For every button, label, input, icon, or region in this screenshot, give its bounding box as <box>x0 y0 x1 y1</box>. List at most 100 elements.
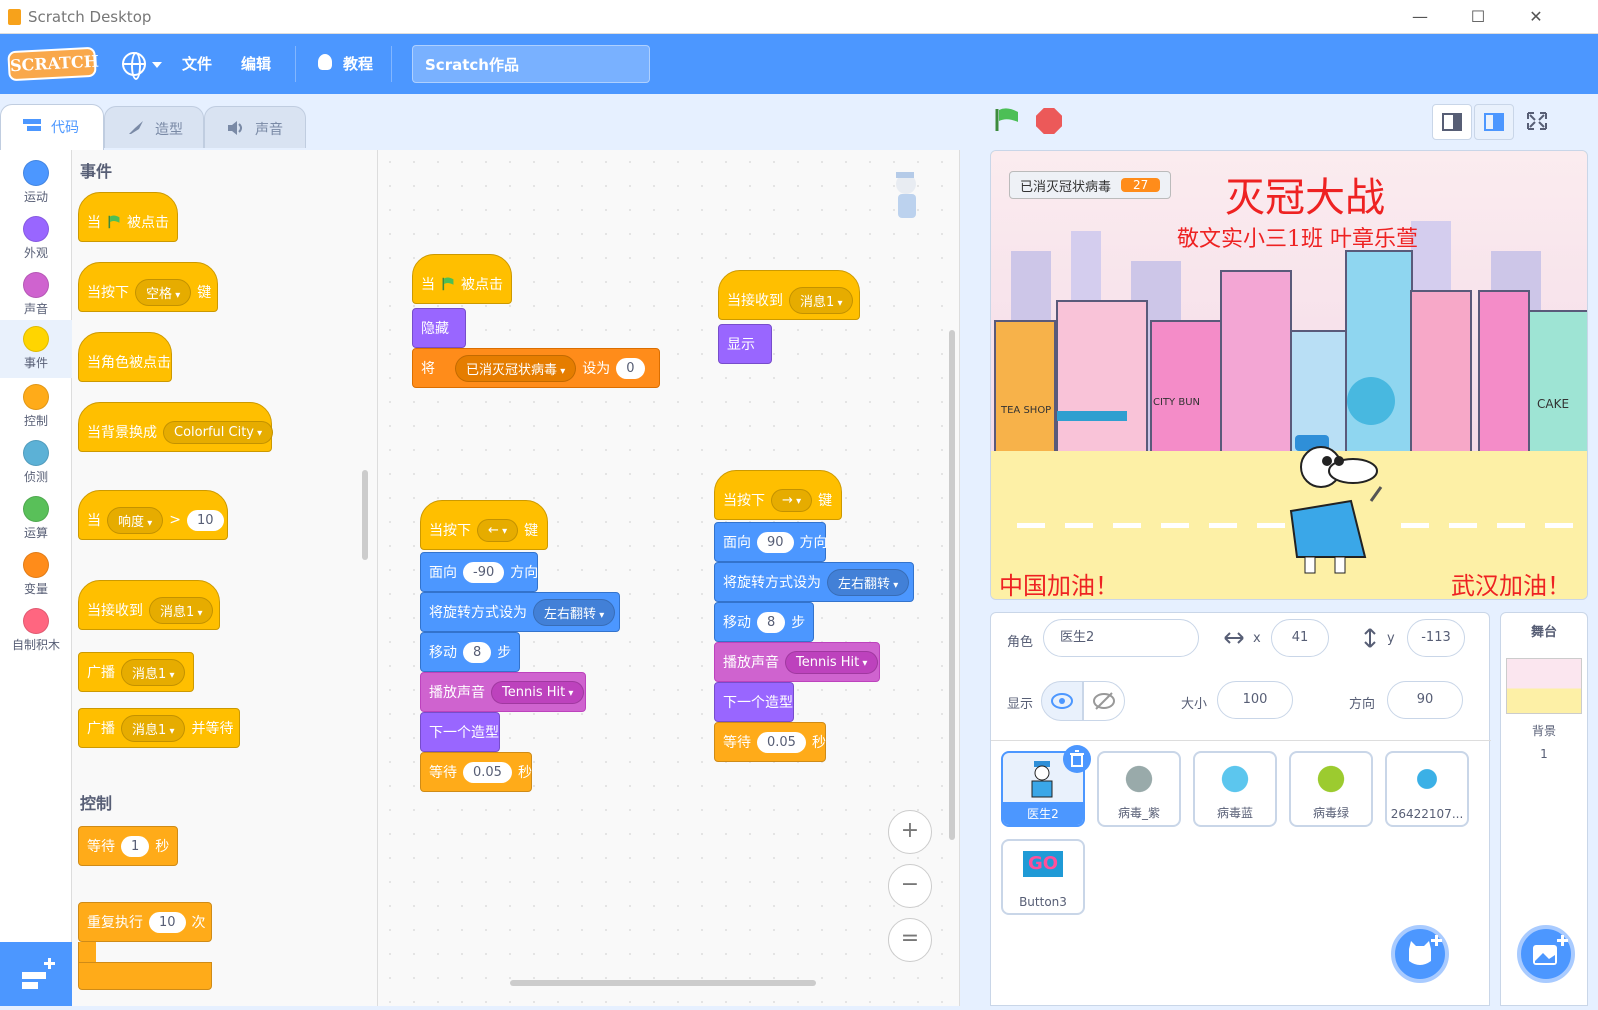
sprite-tile-virus-blue[interactable]: 病毒蓝 <box>1193 751 1277 827</box>
script-move-steps[interactable]: 移动 8 步 <box>420 632 520 672</box>
hide-sprite-button[interactable] <box>1083 681 1125 721</box>
direction-input[interactable]: 90 <box>1387 681 1463 719</box>
category-operators[interactable]: 运算 <box>0 490 72 548</box>
message-dropdown[interactable]: 消息1 <box>149 596 214 624</box>
edit-menu[interactable]: 编辑 <box>241 34 271 94</box>
script-wait[interactable]: 等待 0.05 秒 <box>420 752 532 792</box>
script-when-flag-clicked[interactable]: 当 被点击 <box>412 254 512 304</box>
block-broadcast[interactable]: 广播 消息1 <box>78 652 194 692</box>
block-when-key-pressed[interactable]: 当按下 空格 键 <box>78 262 218 312</box>
file-menu[interactable]: 文件 <box>182 34 212 94</box>
green-flag-icon[interactable] <box>994 108 1020 132</box>
rotation-style-dropdown[interactable]: 左右翻转 <box>827 568 910 596</box>
direction-input[interactable]: -90 <box>463 561 505 583</box>
large-stage-button[interactable] <box>1474 104 1514 140</box>
minimize-button[interactable]: — <box>1400 4 1440 30</box>
key-dropdown[interactable]: ← <box>477 518 519 542</box>
category-control[interactable]: 控制 <box>0 378 72 436</box>
fullscreen-button[interactable] <box>1518 104 1558 140</box>
y-input[interactable]: -113 <box>1407 619 1465 657</box>
workspace-horizontal-scrollbar[interactable] <box>510 980 816 986</box>
category-events[interactable]: 事件 <box>0 320 72 378</box>
variable-monitor[interactable]: 已消灭冠状病毒 27 <box>1009 171 1172 199</box>
tab-sounds[interactable]: 声音 <box>204 106 306 148</box>
category-variables[interactable]: 变量 <box>0 546 72 604</box>
stage-canvas[interactable]: TEA SHOP CITY BUN CAKE 已消灭冠状病毒 27 灭冠大战 敬… <box>990 150 1588 600</box>
script-hide[interactable]: 隐藏 <box>412 308 466 348</box>
message-dropdown[interactable]: 消息1 <box>121 658 186 686</box>
close-button[interactable]: ✕ <box>1516 4 1556 30</box>
variable-dropdown[interactable]: 已消灭冠状病毒 <box>455 354 577 382</box>
scratch-logo[interactable]: SCRATCH <box>7 46 99 82</box>
doctor-sprite[interactable] <box>1281 431 1391 581</box>
sprite-tile-droplet[interactable]: 26422107... <box>1385 751 1469 827</box>
backdrop-thumbnail[interactable] <box>1506 658 1582 714</box>
key-dropdown[interactable]: 空格 <box>135 278 192 306</box>
key-dropdown[interactable]: → <box>771 488 813 512</box>
show-sprite-button[interactable] <box>1041 681 1083 721</box>
script-set-variable[interactable]: 将 已消灭冠状病毒 设为 0 <box>412 348 660 388</box>
block-when-loudness[interactable]: 当 响度 > 10 <box>78 490 228 540</box>
script-next-costume[interactable]: 下一个造型 <box>420 712 500 752</box>
small-stage-button[interactable] <box>1432 104 1472 140</box>
wait-seconds-input[interactable]: 0.05 <box>463 761 512 783</box>
sprite-name-input[interactable]: 医生2 <box>1043 619 1199 657</box>
sprite-tile-virus-green[interactable]: 病毒绿 <box>1289 751 1373 827</box>
category-sound[interactable]: 声音 <box>0 266 72 324</box>
backdrop-dropdown[interactable]: Colorful City <box>163 420 274 444</box>
wait-seconds-input[interactable]: 0.05 <box>757 731 806 753</box>
choose-backdrop-button[interactable] <box>1517 925 1575 983</box>
script-set-rotation-style[interactable]: 将旋转方式设为 左右翻转 <box>714 562 914 602</box>
script-show[interactable]: 显示 <box>718 324 772 364</box>
stage-target-pane[interactable]: 舞台 背景 1 <box>1500 612 1588 1006</box>
code-workspace[interactable]: 当 被点击 隐藏 将 已消灭冠状病毒 设为 0 当接收到 消息1 显示 当按下 … <box>378 150 960 1006</box>
stop-icon[interactable] <box>1036 108 1062 134</box>
category-sensing[interactable]: 侦测 <box>0 434 72 492</box>
tutorials-menu[interactable]: 教程 <box>343 34 373 94</box>
maximize-button[interactable]: ☐ <box>1458 4 1498 30</box>
script-point-direction[interactable]: 面向 -90 方向 <box>420 552 538 592</box>
rotation-style-dropdown[interactable]: 左右翻转 <box>533 598 616 626</box>
palette-scrollbar[interactable] <box>362 470 368 560</box>
zoom-in-button[interactable]: + <box>888 810 932 854</box>
script-when-receive[interactable]: 当接收到 消息1 <box>718 270 860 320</box>
sprite-tile-button3[interactable]: GO Button3 <box>1001 839 1085 915</box>
zoom-reset-button[interactable]: = <box>888 918 932 962</box>
zoom-out-button[interactable]: − <box>888 864 932 908</box>
direction-input[interactable]: 90 <box>757 531 794 553</box>
sound-dropdown[interactable]: Tennis Hit <box>785 650 879 674</box>
tab-costumes[interactable]: 造型 <box>104 106 204 148</box>
script-play-sound[interactable]: 播放声音 Tennis Hit <box>420 672 586 712</box>
script-wait[interactable]: 等待 0.05 秒 <box>714 722 826 762</box>
steps-input[interactable]: 8 <box>463 641 492 663</box>
message-dropdown[interactable]: 消息1 <box>121 714 186 742</box>
script-move-steps[interactable]: 移动 8 步 <box>714 602 814 642</box>
language-globe-icon[interactable] <box>122 52 146 80</box>
block-when-sprite-clicked[interactable]: 当角色被点击 <box>78 332 172 382</box>
delete-sprite-button[interactable] <box>1063 745 1091 773</box>
sprite-tile-virus-purple[interactable]: 病毒_紫 <box>1097 751 1181 827</box>
sound-dropdown[interactable]: Tennis Hit <box>491 680 585 704</box>
sprite-tile-doctor[interactable]: 医生2 <box>1001 745 1091 827</box>
block-broadcast-and-wait[interactable]: 广播 消息1 并等待 <box>78 708 240 748</box>
block-when-flag-clicked[interactable]: 当 被点击 <box>78 192 178 242</box>
wait-seconds-input[interactable]: 1 <box>121 835 150 857</box>
block-repeat[interactable]: 重复执行 10 次 <box>78 902 212 942</box>
script-next-costume[interactable]: 下一个造型 <box>714 682 794 722</box>
block-wait[interactable]: 等待 1 秒 <box>78 826 178 866</box>
sensor-dropdown[interactable]: 响度 <box>107 506 164 534</box>
repeat-count-input[interactable]: 10 <box>149 911 186 933</box>
script-play-sound[interactable]: 播放声音 Tennis Hit <box>714 642 880 682</box>
size-input[interactable]: 100 <box>1217 681 1293 719</box>
loudness-value-input[interactable]: 10 <box>186 509 224 531</box>
block-when-receive[interactable]: 当接收到 消息1 <box>78 580 220 630</box>
add-extension-button[interactable] <box>0 942 72 1006</box>
block-when-backdrop-switches[interactable]: 当背景换成 Colorful City <box>78 402 274 452</box>
x-input[interactable]: 41 <box>1271 619 1329 657</box>
script-point-direction[interactable]: 面向 90 方向 <box>714 522 828 562</box>
project-title-input[interactable]: Scratch作品 <box>412 45 650 83</box>
script-when-left-key[interactable]: 当按下 ← 键 <box>420 500 548 550</box>
category-looks[interactable]: 外观 <box>0 210 72 268</box>
workspace-vertical-scrollbar[interactable] <box>949 330 955 840</box>
script-when-right-key[interactable]: 当按下 → 键 <box>714 470 842 520</box>
